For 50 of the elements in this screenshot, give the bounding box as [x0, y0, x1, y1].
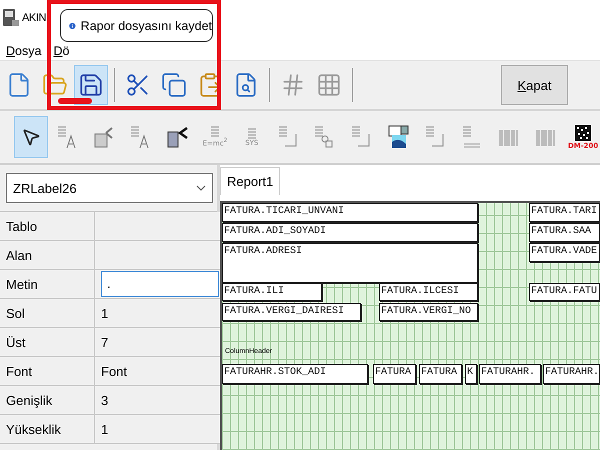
report-field[interactable]: FATURA.VERGI_DAIRESI: [222, 303, 361, 321]
property-value: 1: [95, 299, 221, 328]
save-icon: [78, 72, 104, 98]
property-name: Tablo: [0, 212, 95, 241]
report-field[interactable]: FATURA.ADRESI: [222, 243, 478, 283]
report-field[interactable]: FATURA.SAA: [529, 223, 600, 242]
property-name: Sol: [0, 299, 95, 328]
window-title: AKIN: [22, 12, 46, 24]
property-value: Font: [95, 357, 221, 386]
component-button[interactable]: [14, 116, 48, 158]
snap-grid-icon: [316, 72, 342, 98]
report-field[interactable]: FATURA: [373, 364, 416, 384]
property-name: Font: [0, 357, 95, 386]
report-field[interactable]: FATURAHR.: [479, 364, 541, 384]
copy-icon: [161, 72, 187, 98]
report-field[interactable]: K: [465, 364, 477, 384]
menu-item[interactable]: Dö: [53, 44, 70, 58]
report-field[interactable]: FATURA: [419, 364, 462, 384]
highlight-underline: [58, 98, 92, 104]
app-icon: [2, 8, 20, 28]
report-field[interactable]: FATURA.ILCESI: [379, 283, 478, 301]
chevron-down-icon: [196, 185, 206, 191]
property-name: Metin: [0, 270, 95, 299]
close-button[interactable]: Kapat: [501, 65, 568, 105]
report-field[interactable]: FATURA.ILI: [222, 283, 322, 301]
report-field[interactable]: FATURA.ADI_SOYADI: [222, 223, 478, 242]
property-value: 3: [95, 386, 221, 415]
report-field[interactable]: FATURA.TICARI_UNVANI: [222, 203, 478, 222]
report-field[interactable]: FATURA.FATU: [529, 283, 600, 301]
report-field[interactable]: FATURAHR.: [543, 364, 600, 384]
property-name: Üst: [0, 328, 95, 357]
pointer-icon: [20, 127, 41, 147]
text-lines-icon: [246, 128, 257, 138]
report-field[interactable]: FATURA.TARI: [529, 203, 600, 222]
property-value: 1: [95, 415, 221, 444]
report-field[interactable]: FATURAHR.STOK_ADI: [222, 364, 368, 384]
report-field[interactable]: FATURA.VERGI_NO: [379, 303, 478, 321]
toolbar-button[interactable]: [74, 65, 108, 105]
property-name: Alan: [0, 241, 95, 270]
report-tab[interactable]: Report1: [220, 167, 280, 195]
report-field[interactable]: FATURA.VADE: [529, 243, 600, 262]
property-name: Genişlik: [0, 386, 95, 415]
data-matrix-icon: [573, 124, 594, 142]
menu-item[interactable]: Dosya: [6, 44, 42, 58]
property-input[interactable]: .: [101, 270, 219, 296]
property-value: 7: [95, 328, 221, 357]
tooltip-text: Rapor dosyasını kaydet: [80, 18, 212, 32]
property-name: Yükseklik: [0, 415, 95, 444]
text-lines-icon: [210, 126, 220, 138]
object-dropdown[interactable]: ZRLabel26: [6, 173, 213, 203]
